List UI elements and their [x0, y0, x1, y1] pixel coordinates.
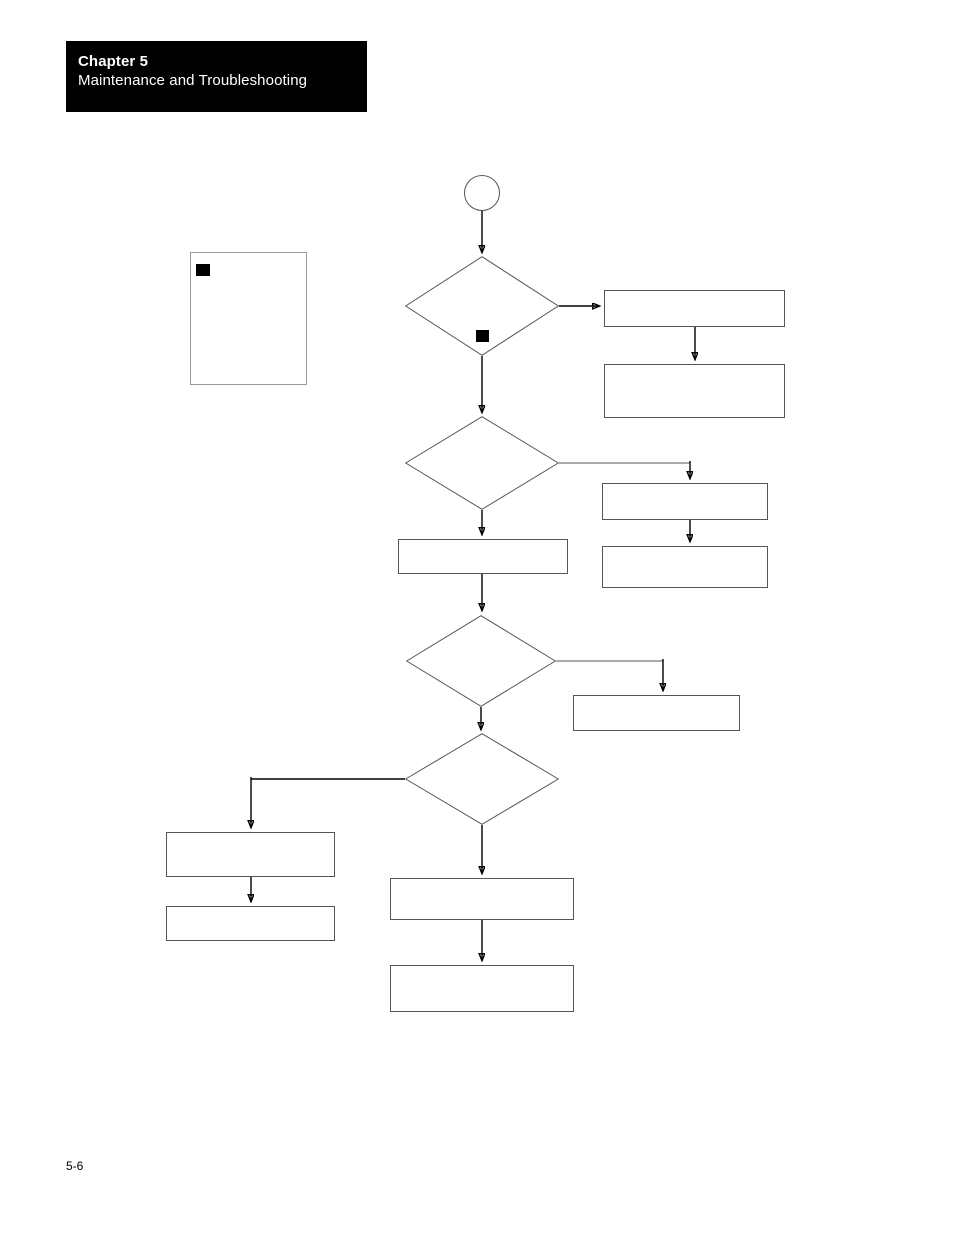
note-redaction-marker-icon	[196, 264, 210, 276]
action-1b-box	[604, 364, 785, 418]
action-4c-box	[390, 878, 574, 920]
action-2b-box	[602, 546, 768, 588]
action-3a-label	[574, 696, 739, 730]
action-2b-label	[603, 547, 767, 587]
action-1a-label	[605, 291, 784, 326]
action-4b-box	[166, 906, 335, 941]
start-terminator-label	[465, 176, 499, 210]
decision-1-redaction-marker-icon	[476, 330, 489, 342]
decision-4	[405, 733, 559, 825]
action-4c-label	[391, 879, 573, 919]
process-main-1-label	[399, 540, 567, 573]
action-3a-box	[573, 695, 740, 731]
action-2a-box	[602, 483, 768, 520]
action-4d-label	[391, 966, 573, 1011]
decision-4-label	[405, 733, 559, 825]
decision-2-label	[405, 416, 559, 510]
process-main-1-box	[398, 539, 568, 574]
action-1a-box	[604, 290, 785, 327]
action-4a-box	[166, 832, 335, 877]
decision-2	[405, 416, 559, 510]
document-page: Chapter 5 Maintenance and Troubleshootin…	[0, 0, 954, 1235]
page-number: 5-6	[66, 1159, 84, 1173]
decision-3	[406, 615, 556, 707]
start-terminator	[464, 175, 500, 211]
decision-3-label	[406, 615, 556, 707]
troubleshooting-flowchart	[0, 0, 954, 1235]
action-4b-label	[167, 907, 334, 940]
action-1b-label	[605, 365, 784, 417]
action-4d-box	[390, 965, 574, 1012]
action-4a-label	[167, 833, 334, 876]
action-2a-label	[603, 484, 767, 519]
